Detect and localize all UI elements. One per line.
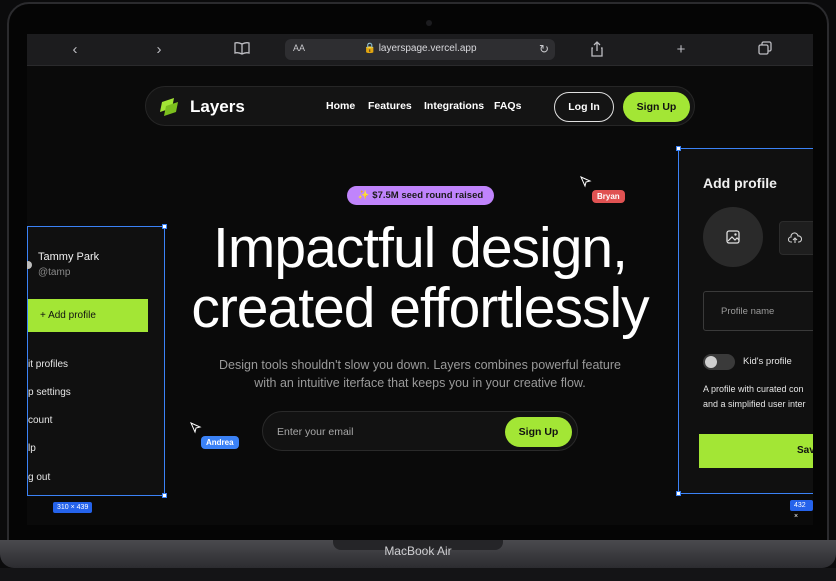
dimension-label: 310 × 439 bbox=[53, 502, 93, 513]
menu-item-log-out[interactable]: g out bbox=[28, 472, 50, 483]
back-icon[interactable]: ‹ bbox=[66, 41, 84, 59]
upload-button[interactable] bbox=[779, 221, 813, 255]
email-input[interactable] bbox=[277, 422, 477, 442]
email-signup-form: Sign Up bbox=[262, 411, 578, 451]
email-signup-button[interactable]: Sign Up bbox=[505, 417, 572, 447]
funding-badge: ✨ $7.5M seed round raised bbox=[347, 186, 494, 205]
save-button[interactable]: Sav bbox=[699, 434, 813, 468]
nav-link-integrations[interactable]: Integrations bbox=[424, 100, 484, 112]
avatar bbox=[27, 261, 32, 269]
kids-profile-toggle[interactable] bbox=[703, 354, 735, 370]
add-profile-panel: Add profile Profile name Kid's profile A… bbox=[676, 146, 813, 496]
menu-item-app-settings[interactable]: p settings bbox=[28, 387, 71, 398]
tabs-overview-icon[interactable] bbox=[756, 41, 774, 59]
browser-toolbar: ‹ › AA 🔒 layerspage.vercel.app ↻ + bbox=[27, 34, 813, 66]
user-handle: @tamp bbox=[38, 267, 71, 278]
layers-logo-icon bbox=[160, 98, 178, 116]
device-label: MacBook Air bbox=[384, 544, 452, 558]
user-name: Tammy Park bbox=[38, 251, 100, 263]
device-frame: MacBook Air ‹ › AA 🔒 layerspage.vercel.a… bbox=[0, 0, 836, 581]
address-bar[interactable]: AA 🔒 layerspage.vercel.app ↻ bbox=[285, 39, 555, 60]
toggle-knob bbox=[705, 356, 717, 368]
nav-link-faqs[interactable]: FAQs bbox=[494, 100, 521, 112]
resize-handle[interactable] bbox=[162, 224, 167, 229]
dimension-label: 432 × bbox=[790, 500, 813, 520]
webpage: Layers Home Features Integrations FAQs L… bbox=[27, 66, 813, 525]
laptop-shadow bbox=[0, 568, 836, 581]
login-button[interactable]: Log In bbox=[554, 92, 614, 122]
brand-name[interactable]: Layers bbox=[190, 97, 245, 117]
camera-icon bbox=[426, 20, 432, 26]
menu-item-edit-profiles[interactable]: it profiles bbox=[28, 359, 68, 370]
avatar-placeholder[interactable] bbox=[703, 207, 763, 267]
menu-item-account[interactable]: count bbox=[28, 415, 52, 426]
bookmarks-icon[interactable] bbox=[233, 41, 251, 59]
collaborator-tag-andrea: Andrea bbox=[201, 436, 239, 449]
kids-profile-description: A profile with curated con and a simplif… bbox=[703, 384, 806, 409]
resize-handle[interactable] bbox=[676, 146, 681, 151]
share-icon[interactable] bbox=[588, 41, 606, 59]
cursor-arrow-icon bbox=[580, 176, 592, 188]
upload-cloud-icon bbox=[788, 232, 802, 243]
profile-menu-panel: Tammy Park @tamp + Add profile it profil… bbox=[27, 224, 167, 498]
panel-title: Add profile bbox=[703, 175, 777, 191]
add-profile-button[interactable]: + Add profile bbox=[28, 299, 148, 332]
new-tab-icon[interactable]: + bbox=[672, 41, 690, 59]
resize-handle[interactable] bbox=[162, 493, 167, 498]
profile-name-input[interactable]: Profile name bbox=[703, 291, 813, 331]
screen: ‹ › AA 🔒 layerspage.vercel.app ↻ + Layer… bbox=[27, 34, 813, 525]
resize-handle[interactable] bbox=[676, 491, 681, 496]
collaborator-tag-bryan: Bryan bbox=[592, 190, 625, 203]
kids-profile-label: Kid's profile bbox=[743, 356, 792, 367]
image-icon bbox=[726, 230, 740, 244]
url-text: 🔒 layerspage.vercel.app bbox=[363, 43, 477, 54]
cursor-arrow-icon bbox=[190, 422, 202, 434]
reload-icon[interactable]: ↻ bbox=[539, 42, 549, 56]
top-nav: Layers Home Features Integrations FAQs L… bbox=[145, 86, 695, 126]
signup-button[interactable]: Sign Up bbox=[623, 92, 690, 122]
forward-icon[interactable]: › bbox=[150, 41, 168, 59]
nav-link-home[interactable]: Home bbox=[326, 100, 355, 112]
menu-item-help[interactable]: lp bbox=[28, 443, 36, 454]
nav-link-features[interactable]: Features bbox=[368, 100, 412, 112]
